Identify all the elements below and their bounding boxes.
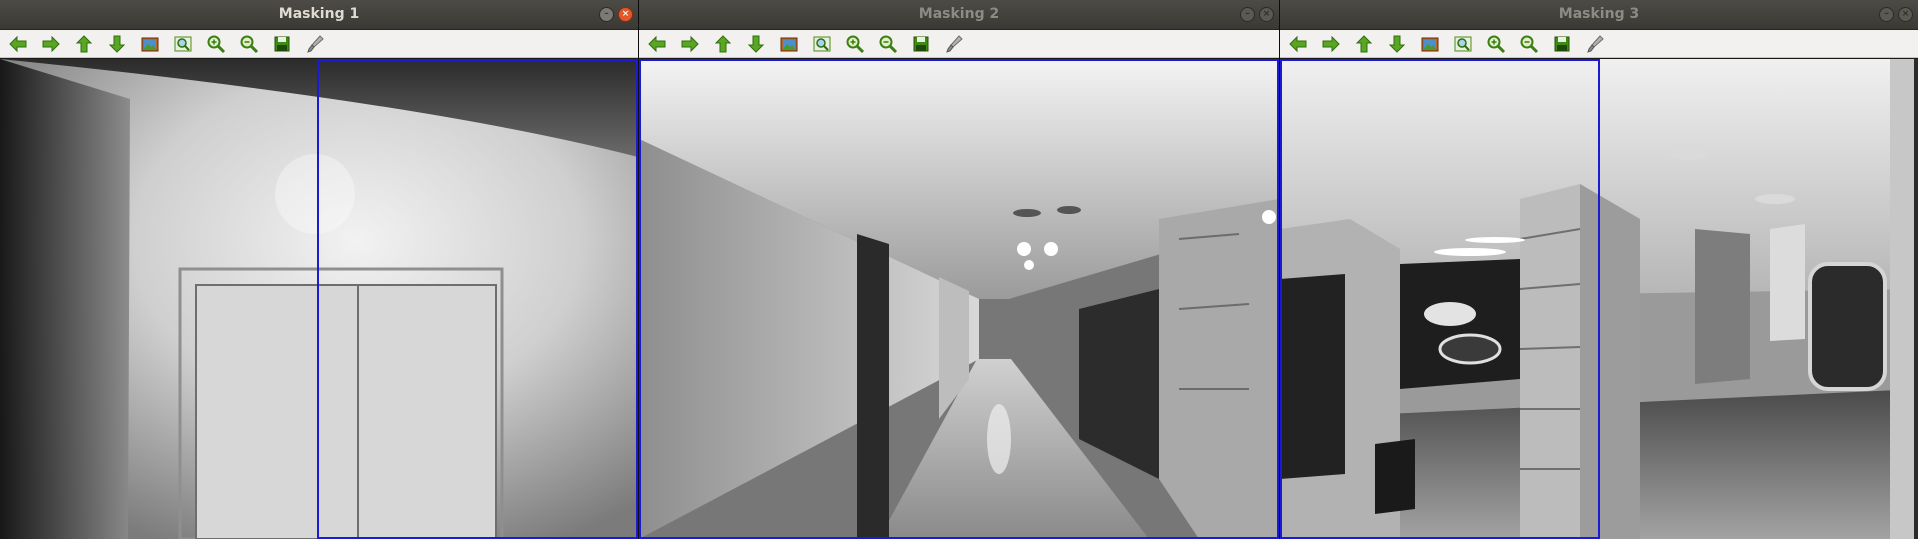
zoom-out-icon (1520, 35, 1539, 53)
zoom-original-button[interactable] (137, 32, 163, 56)
close-button[interactable]: × (1898, 7, 1913, 22)
minimize-icon: – (604, 9, 609, 19)
zoom-in-button[interactable] (203, 32, 229, 56)
window-title: Masking 2 (918, 6, 1000, 22)
arrow-down-icon (108, 35, 126, 53)
image-icon (780, 37, 798, 51)
image-view[interactable] (0, 59, 638, 539)
zoom-fit-icon (174, 36, 192, 51)
properties-button[interactable] (941, 32, 967, 56)
arrow-right-icon (1322, 35, 1340, 52)
camera-frame-image (1280, 59, 1918, 539)
pan-up-button[interactable] (71, 32, 97, 56)
camera-frame-image (0, 59, 638, 539)
arrow-right-icon (42, 35, 60, 52)
zoom-original-button[interactable] (776, 32, 802, 56)
arrow-left-icon (648, 35, 666, 52)
arrow-left-icon (9, 35, 27, 52)
zoom-original-button[interactable] (1417, 32, 1443, 56)
zoom-in-icon (846, 35, 865, 53)
minimize-button[interactable]: – (1240, 7, 1255, 22)
brush-icon (307, 34, 324, 53)
pan-up-button[interactable] (1351, 32, 1377, 56)
zoom-in-button[interactable] (1483, 32, 1509, 56)
zoom-out-button[interactable] (236, 32, 262, 56)
close-button[interactable]: × (1259, 7, 1274, 22)
save-button[interactable] (1549, 32, 1575, 56)
close-button[interactable]: × (618, 7, 633, 22)
zoom-fit-icon (1454, 36, 1472, 51)
vertical-scrollbar[interactable] (1914, 59, 1918, 539)
pan-down-button[interactable] (743, 32, 769, 56)
pan-right-button[interactable] (38, 32, 64, 56)
image-view[interactable] (1280, 59, 1918, 539)
zoom-fit-button[interactable] (170, 32, 196, 56)
arrow-up-icon (1355, 34, 1373, 52)
titlebar[interactable]: Masking 2 – × (639, 0, 1279, 30)
titlebar[interactable]: Masking 1 – × (0, 0, 638, 30)
window-title: Masking 3 (1558, 6, 1640, 22)
pan-down-button[interactable] (1384, 32, 1410, 56)
zoom-in-button[interactable] (842, 32, 868, 56)
window-masking-1: Masking 1 – × (0, 0, 638, 539)
save-icon (274, 36, 290, 51)
close-icon: × (1901, 9, 1910, 19)
zoom-out-icon (879, 35, 898, 53)
zoom-out-button[interactable] (875, 32, 901, 56)
arrow-right-icon (681, 35, 699, 52)
image-view[interactable] (639, 59, 1279, 539)
minimize-button[interactable]: – (599, 7, 614, 22)
arrow-up-icon (75, 34, 93, 52)
toolbar (639, 30, 1279, 58)
pan-left-button[interactable] (1285, 32, 1311, 56)
image-icon (141, 37, 159, 51)
brush-icon (1587, 34, 1604, 53)
image-icon (1421, 37, 1439, 51)
arrow-down-icon (747, 35, 765, 53)
zoom-in-icon (207, 35, 226, 53)
close-icon: × (621, 9, 630, 19)
save-button[interactable] (269, 32, 295, 56)
minimize-icon: – (1245, 9, 1250, 19)
window-masking-3: Masking 3 – × (1280, 0, 1918, 539)
zoom-out-button[interactable] (1516, 32, 1542, 56)
properties-button[interactable] (1582, 32, 1608, 56)
toolbar (0, 30, 638, 58)
zoom-fit-button[interactable] (809, 32, 835, 56)
properties-button[interactable] (302, 32, 328, 56)
brush-icon (946, 34, 963, 53)
window-masking-2: Masking 2 – × (639, 0, 1279, 539)
pan-up-button[interactable] (710, 32, 736, 56)
minimize-icon: – (1884, 9, 1889, 19)
window-title: Masking 1 (278, 6, 360, 22)
zoom-fit-button[interactable] (1450, 32, 1476, 56)
pan-down-button[interactable] (104, 32, 130, 56)
save-button[interactable] (908, 32, 934, 56)
zoom-out-icon (240, 35, 259, 53)
save-icon (1554, 36, 1570, 51)
pan-left-button[interactable] (5, 32, 31, 56)
pan-right-button[interactable] (677, 32, 703, 56)
zoom-fit-icon (813, 36, 831, 51)
save-icon (913, 36, 929, 51)
arrow-left-icon (1289, 35, 1307, 52)
close-icon: × (1262, 9, 1271, 19)
titlebar[interactable]: Masking 3 – × (1280, 0, 1918, 30)
zoom-in-icon (1487, 35, 1506, 53)
pan-left-button[interactable] (644, 32, 670, 56)
arrow-down-icon (1388, 35, 1406, 53)
arrow-up-icon (714, 34, 732, 52)
camera-frame-image (639, 59, 1279, 539)
toolbar (1280, 30, 1918, 58)
pan-right-button[interactable] (1318, 32, 1344, 56)
minimize-button[interactable]: – (1879, 7, 1894, 22)
